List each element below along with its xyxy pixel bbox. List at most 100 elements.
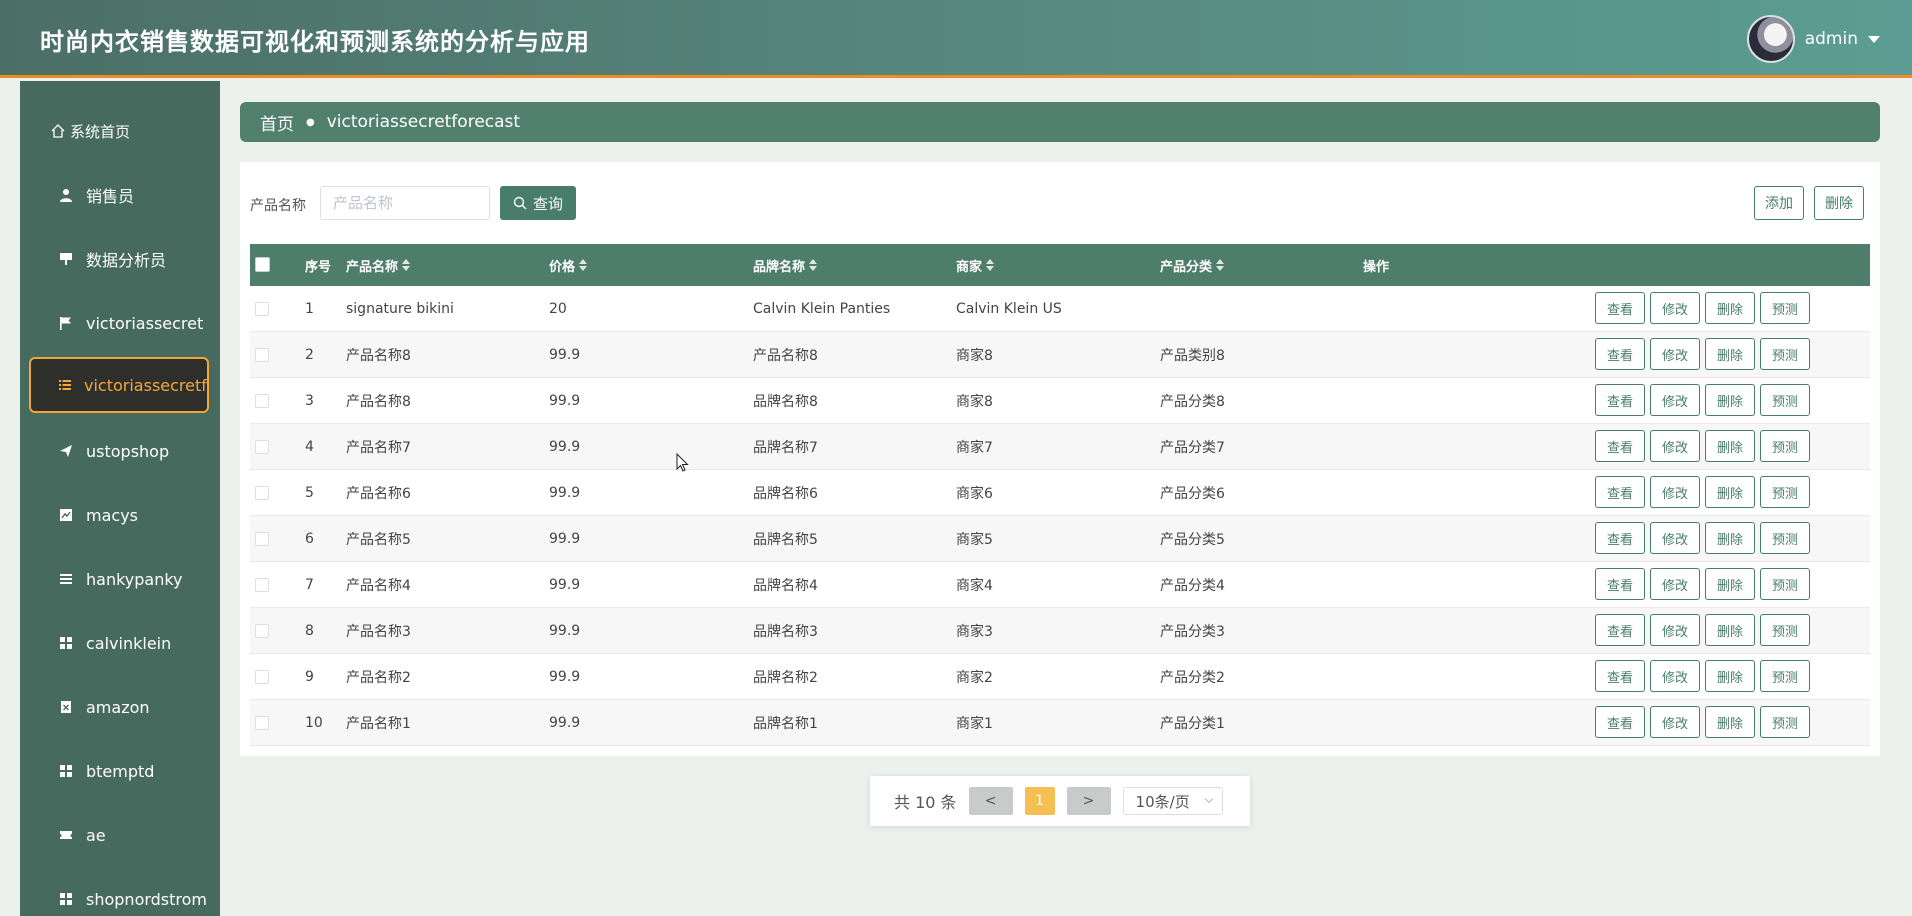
view-button[interactable]: 查看 (1595, 706, 1645, 738)
view-button[interactable]: 查看 (1595, 476, 1645, 508)
predict-button[interactable]: 预测 (1760, 522, 1810, 554)
predict-button[interactable]: 预测 (1760, 292, 1810, 324)
cell-index: 9 (305, 669, 314, 685)
select-all-checkbox[interactable] (255, 257, 270, 272)
add-button[interactable]: 添加 (1754, 186, 1804, 220)
table-row: 7 产品名称4 99.9 品牌名称4 商家4 产品分类4 查看 修改 删除 预测 (250, 562, 1870, 608)
edit-button[interactable]: 修改 (1650, 430, 1700, 462)
sidebar-item-btemptd[interactable]: btemptd (20, 743, 220, 799)
col-product-name[interactable]: 产品名称 (346, 244, 411, 286)
edit-button[interactable]: 修改 (1650, 706, 1700, 738)
search-input[interactable] (320, 186, 490, 220)
page-number-current[interactable]: 1 (1024, 787, 1055, 815)
cell-brand-name: Calvin Klein Panties (753, 301, 891, 317)
row-checkbox[interactable] (255, 716, 269, 730)
next-page-button[interactable]: > (1066, 787, 1111, 815)
cell-price: 99.9 (549, 715, 581, 731)
view-button[interactable]: 查看 (1595, 614, 1645, 646)
row-checkbox[interactable] (255, 440, 269, 454)
table-row: 4 产品名称7 99.9 品牌名称7 商家7 产品分类7 查看 修改 删除 预测 (250, 424, 1870, 470)
sidebar-item-hankypanky[interactable]: hankypanky (20, 551, 220, 607)
row-checkbox[interactable] (255, 624, 269, 638)
col-brand-name[interactable]: 品牌名称 (753, 244, 818, 286)
edit-button[interactable]: 修改 (1650, 338, 1700, 370)
sidebar-item-home[interactable]: 系统首页 (20, 103, 220, 159)
view-button[interactable]: 查看 (1595, 338, 1645, 370)
cell-index: 1 (305, 301, 314, 317)
edit-button[interactable]: 修改 (1650, 660, 1700, 692)
sidebar-item-amazon[interactable]: amazon (20, 679, 220, 735)
sidebar-item-salesperson[interactable]: 销售员 (20, 167, 220, 223)
view-button[interactable]: 查看 (1595, 568, 1645, 600)
view-button[interactable]: 查看 (1595, 522, 1645, 554)
col-label: 价格 (549, 259, 576, 275)
view-button[interactable]: 查看 (1595, 292, 1645, 324)
table-row: 10 产品名称1 99.9 品牌名称1 商家1 产品分类1 查看 修改 删除 预测 (250, 700, 1870, 746)
view-button[interactable]: 查看 (1595, 384, 1645, 416)
row-checkbox[interactable] (255, 532, 269, 546)
predict-button[interactable]: 预测 (1760, 430, 1810, 462)
delete-selected-button[interactable]: 删除 (1814, 186, 1864, 220)
delete-row-button[interactable]: 删除 (1705, 522, 1755, 554)
user-menu[interactable]: admin (1746, 14, 1880, 64)
cell-brand-name: 品牌名称1 (753, 716, 818, 732)
sidebar-item-calvinklein[interactable]: calvinklein (20, 615, 220, 671)
view-button[interactable]: 查看 (1595, 660, 1645, 692)
query-button[interactable]: 查询 (500, 186, 576, 220)
edit-button[interactable]: 修改 (1650, 476, 1700, 508)
row-checkbox[interactable] (255, 578, 269, 592)
delete-row-button[interactable]: 删除 (1705, 338, 1755, 370)
home-icon (50, 123, 66, 139)
sidebar-item-victoriassecret[interactable]: victoriassecret (20, 295, 220, 351)
predict-button[interactable]: 预测 (1760, 384, 1810, 416)
cell-merchant: 商家1 (956, 716, 993, 732)
col-category[interactable]: 产品分类 (1160, 244, 1225, 286)
predict-button[interactable]: 预测 (1760, 568, 1810, 600)
col-merchant[interactable]: 商家 (956, 244, 995, 286)
delete-row-button[interactable]: 删除 (1705, 292, 1755, 324)
edit-button[interactable]: 修改 (1650, 522, 1700, 554)
row-checkbox[interactable] (255, 486, 269, 500)
edit-button[interactable]: 修改 (1650, 292, 1700, 324)
cell-brand-name: 产品名称8 (753, 348, 818, 364)
delete-row-button[interactable]: 删除 (1705, 706, 1755, 738)
row-actions: 查看 修改 删除 预测 (1595, 476, 1810, 508)
sidebar-item-ae[interactable]: ae (20, 807, 220, 863)
predict-button[interactable]: 预测 (1760, 706, 1810, 738)
sidebar-item-victoriassecretforecast[interactable]: victoriassecretforecast (29, 357, 209, 413)
cell-category: 产品分类5 (1160, 532, 1225, 548)
cell-category: 产品分类6 (1160, 486, 1225, 502)
view-button[interactable]: 查看 (1595, 430, 1645, 462)
edit-button[interactable]: 修改 (1650, 614, 1700, 646)
row-checkbox[interactable] (255, 302, 269, 316)
row-checkbox[interactable] (255, 348, 269, 362)
prev-page-button[interactable]: < (968, 787, 1013, 815)
row-actions: 查看 修改 删除 预测 (1595, 292, 1810, 324)
predict-button[interactable]: 预测 (1760, 660, 1810, 692)
edit-button[interactable]: 修改 (1650, 384, 1700, 416)
sidebar-item-ustopshop[interactable]: ustopshop (20, 423, 220, 479)
edit-button[interactable]: 修改 (1650, 568, 1700, 600)
predict-button[interactable]: 预测 (1760, 614, 1810, 646)
sidebar-item-shopnordstrom[interactable]: shopnordstrom (20, 871, 220, 916)
delete-row-button[interactable]: 删除 (1705, 568, 1755, 600)
row-checkbox[interactable] (255, 670, 269, 684)
row-checkbox[interactable] (255, 394, 269, 408)
col-price[interactable]: 价格 (549, 244, 588, 286)
delete-row-button[interactable]: 删除 (1705, 476, 1755, 508)
delete-row-button[interactable]: 删除 (1705, 614, 1755, 646)
sidebar-item-macys[interactable]: macys (20, 487, 220, 543)
delete-row-button[interactable]: 删除 (1705, 384, 1755, 416)
page-size-select[interactable]: 10条/页 (1122, 787, 1223, 815)
predict-button[interactable]: 预测 (1760, 476, 1810, 508)
delete-row-button[interactable]: 删除 (1705, 660, 1755, 692)
username: admin (1804, 29, 1858, 49)
sidebar-item-data-analyst[interactable]: 数据分析员 (20, 231, 220, 287)
delete-row-button[interactable]: 删除 (1705, 430, 1755, 462)
cell-price: 20 (549, 301, 567, 317)
cell-product-name: signature bikini (346, 301, 454, 317)
cell-merchant: 商家7 (956, 440, 993, 456)
cell-merchant: 商家8 (956, 348, 993, 364)
predict-button[interactable]: 预测 (1760, 338, 1810, 370)
breadcrumb-home[interactable]: 首页 (260, 110, 294, 135)
